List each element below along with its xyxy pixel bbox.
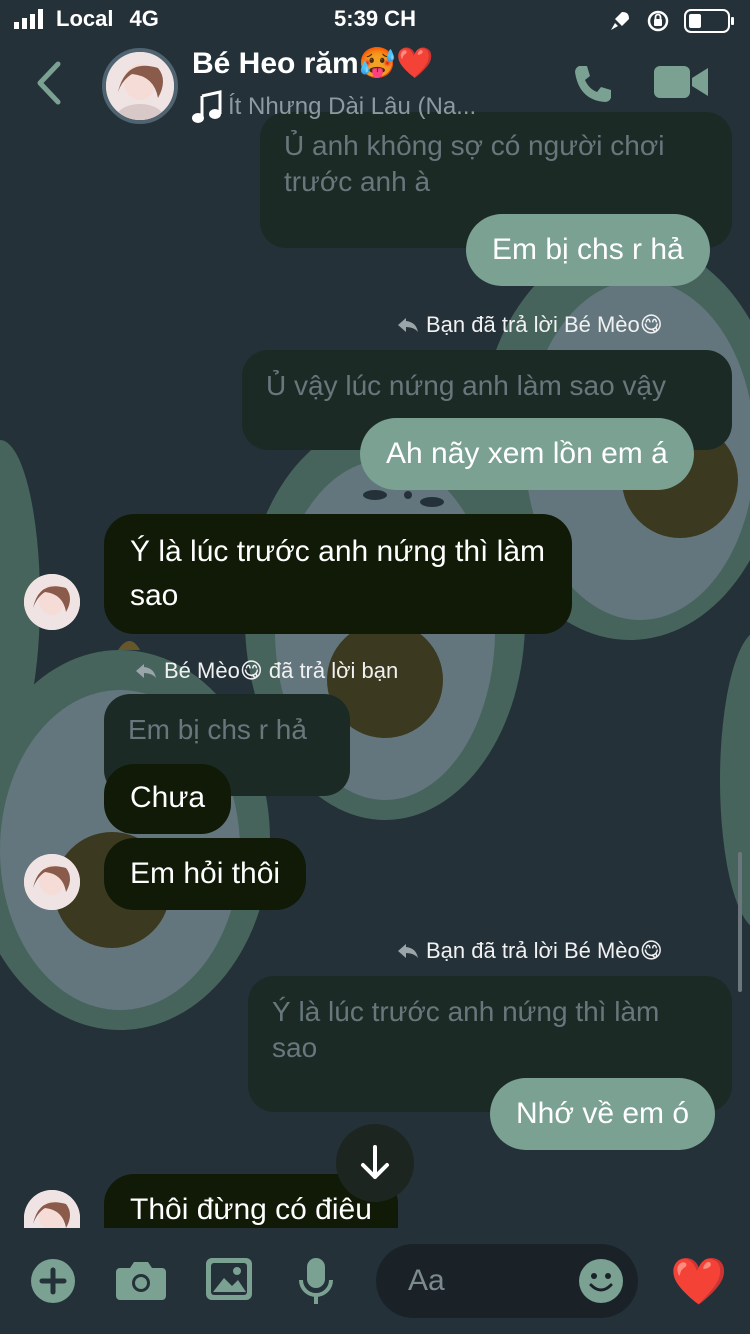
battery-icon <box>684 9 734 33</box>
incoming-message[interactable]: Em hỏi thôi <box>104 838 307 910</box>
reply-indicator-text: Bé Mèo😋 đã trả lời bạn <box>164 658 399 683</box>
heart-like-button[interactable]: ❤️ <box>670 1256 727 1306</box>
rocket-icon <box>611 12 629 30</box>
now-playing[interactable]: Ít Nhưng Dài Lâu (Na... <box>192 90 476 124</box>
conversation-header: Bé Heo răm🥵❤️ Ít Nhưng Dài Lâu (Na... <box>0 40 750 128</box>
quoted-text: Em bị chs r hả <box>128 714 307 745</box>
reply-indicator: Bạn đã trả lời Bé Mèo😋 <box>396 938 663 964</box>
message-input-placeholder: Aa <box>408 1264 445 1297</box>
reply-arrow-icon <box>398 318 418 332</box>
video-call-icon[interactable] <box>654 62 708 102</box>
quoted-text: Ủ anh không sợ có người chơi trước anh à <box>284 130 665 197</box>
contact-name[interactable]: Bé Heo răm🥵❤️ <box>192 46 433 81</box>
incoming-message[interactable]: Ý là lúc trước anh nứng thì làm sao <box>104 514 572 634</box>
quoted-text: Ủ vậy lúc nứng anh làm sao vậy <box>266 370 667 401</box>
message-text: Thôi đừng có điêu <box>130 1193 372 1226</box>
reply-indicator: Bạn đã trả lời Bé Mèo😋 <box>396 312 663 338</box>
message-composer: Aa ❤️ <box>0 1228 750 1334</box>
message-text: Nhớ về em ó <box>516 1097 690 1130</box>
outgoing-message[interactable]: Em bị chs r hả <box>466 214 710 286</box>
message-text: Ah nãy xem lồn em á <box>386 437 668 470</box>
outgoing-message[interactable]: Nhớ về em ó <box>490 1078 716 1150</box>
now-playing-title: Ít Nhưng Dài Lâu (Na... <box>228 93 477 120</box>
plus-icon[interactable] <box>30 1258 76 1304</box>
reply-arrow-icon <box>398 944 418 958</box>
quoted-text: Ý là lúc trước anh nứng thì làm sao <box>272 996 660 1063</box>
reply-indicator-text: Bạn đã trả lời Bé Mèo😋 <box>426 938 663 963</box>
status-bar: Local 4G 5:39 CH <box>0 0 750 40</box>
contact-avatar[interactable] <box>102 48 178 124</box>
message-input[interactable]: Aa <box>376 1244 638 1318</box>
photo-gallery-icon[interactable] <box>206 1258 252 1300</box>
microphone-icon[interactable] <box>298 1258 334 1306</box>
incoming-message[interactable]: Chưa <box>104 764 232 834</box>
message-text: Em bị chs r hả <box>492 233 684 266</box>
sender-avatar[interactable] <box>24 854 80 910</box>
message-text: Em hỏi thôi <box>130 857 281 890</box>
arrow-down-icon <box>361 1145 389 1179</box>
rotation-lock-icon <box>647 10 669 32</box>
reply-indicator: Bé Mèo😋 đã trả lời bạn <box>134 658 398 684</box>
sender-avatar[interactable] <box>24 574 80 630</box>
music-note-icon <box>192 90 222 123</box>
reply-arrow-icon <box>136 664 156 678</box>
status-right <box>608 8 736 34</box>
scrollbar[interactable] <box>738 852 742 992</box>
outgoing-message[interactable]: Ah nãy xem lồn em á <box>360 418 694 490</box>
message-text: Chưa <box>130 781 206 814</box>
camera-icon[interactable] <box>116 1258 166 1302</box>
emoji-icon[interactable] <box>578 1258 624 1304</box>
reply-indicator-text: Bạn đã trả lời Bé Mèo😋 <box>426 312 663 337</box>
back-chevron-icon[interactable] <box>30 60 70 106</box>
message-text: Ý là lúc trước anh nứng thì làm sao <box>130 535 546 612</box>
phone-call-icon[interactable] <box>570 62 614 106</box>
scroll-to-bottom-button[interactable] <box>336 1124 414 1202</box>
